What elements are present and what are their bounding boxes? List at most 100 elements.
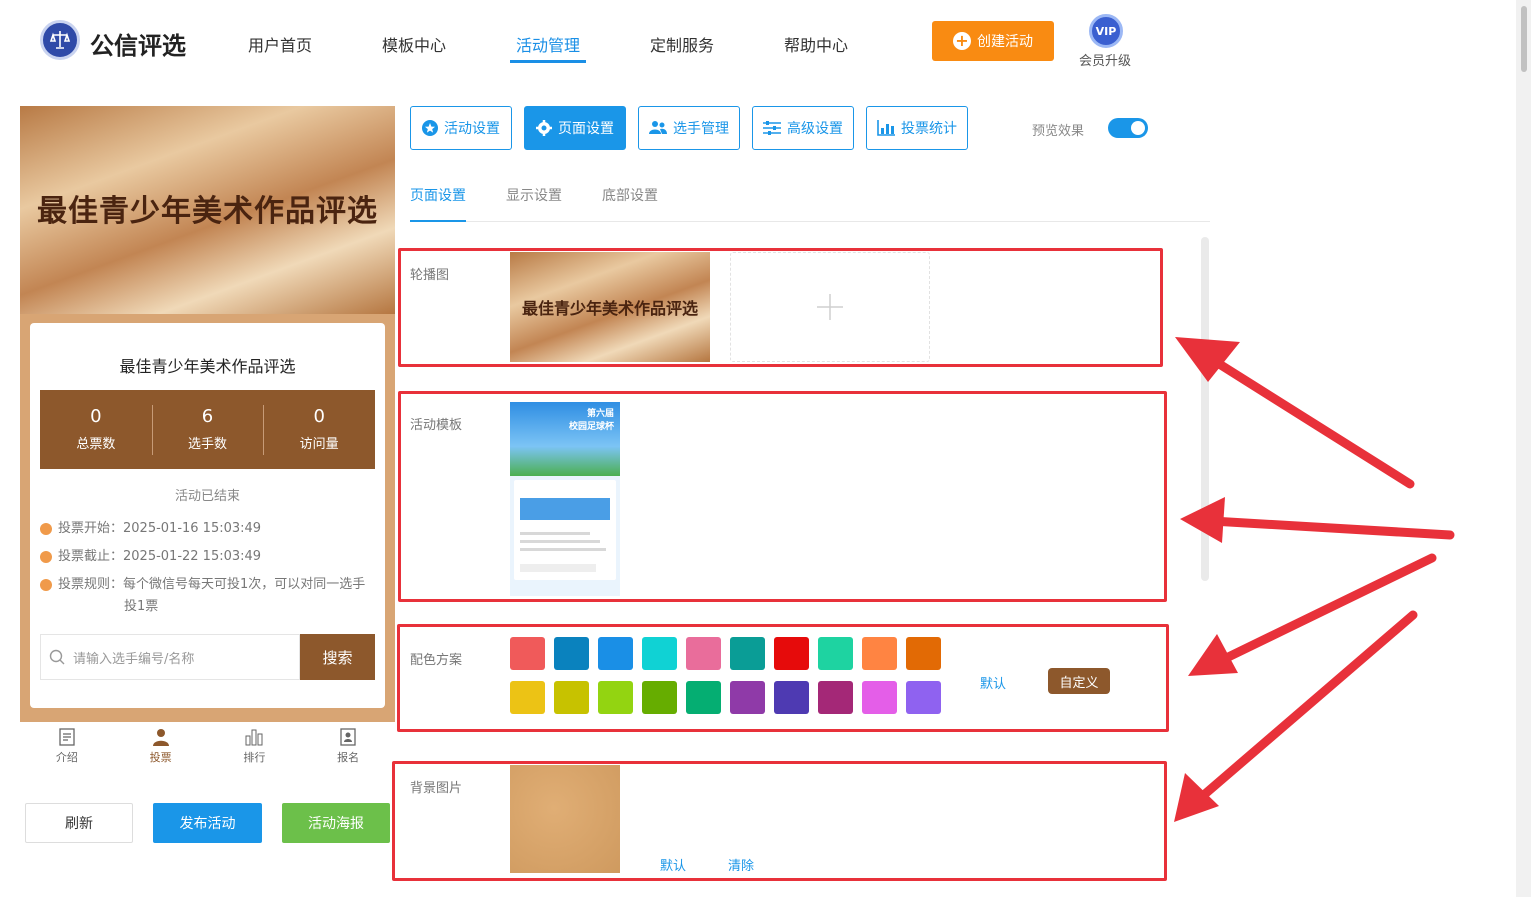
settings-scrollbar[interactable]	[1201, 237, 1209, 581]
nav-active-underline	[510, 60, 586, 63]
nav-activity-management[interactable]: 活动管理	[516, 32, 580, 56]
template-stats-bar	[520, 498, 610, 520]
tab-vote[interactable]: 投票	[114, 722, 208, 770]
activity-title: 最佳青少年美术作品评选	[119, 357, 296, 376]
preview-toggle[interactable]	[1108, 118, 1148, 138]
color-swatch[interactable]	[686, 637, 721, 670]
color-swatch[interactable]	[730, 637, 765, 670]
vote-start-row: 投票开始：2025-01-16 15:03:49	[40, 518, 375, 540]
carousel-upload-button[interactable]	[730, 252, 930, 362]
color-swatch[interactable]	[642, 637, 677, 670]
tab-label: 页面设置	[558, 121, 614, 137]
plus-circle-icon: +	[953, 32, 971, 50]
preview-toggle-label: 预览效果	[1032, 124, 1085, 139]
color-custom-button[interactable]: 自定义	[1048, 668, 1110, 694]
color-swatch[interactable]	[906, 637, 941, 670]
arrow-to-background	[1174, 610, 1418, 822]
page-scrollbar[interactable]	[1516, 0, 1531, 897]
background-image[interactable]	[510, 765, 620, 873]
banner-title: 最佳青少年美术作品评选	[37, 194, 378, 229]
vote-end-row: 投票截止：2025-01-22 15:03:49	[40, 546, 375, 568]
color-swatch[interactable]	[510, 681, 545, 714]
activity-poster-button[interactable]: 活动海报	[282, 803, 390, 843]
logo-text[interactable]: 公信评选	[90, 26, 186, 61]
tab-advanced-settings[interactable]: 高级设置	[752, 106, 854, 150]
info-icon	[40, 579, 52, 591]
nav-custom-service[interactable]: 定制服务	[650, 32, 714, 56]
carousel-image[interactable]: 最佳青少年美术作品评选	[510, 252, 710, 362]
color-swatch[interactable]	[642, 681, 677, 714]
template-text-line	[520, 540, 600, 543]
nav-help-center[interactable]: 帮助中心	[784, 32, 848, 56]
color-default-link[interactable]: 默认	[980, 673, 1006, 692]
bar-chart-icon	[877, 120, 895, 136]
color-swatch[interactable]	[862, 681, 897, 714]
background-image-label: 背景图片	[410, 781, 463, 796]
vote-end-text: 投票截止：2025-01-22 15:03:49	[58, 549, 262, 564]
contestant-search-input[interactable]: 请输入选手编号/名称	[40, 634, 300, 680]
logo-icon[interactable]	[40, 20, 80, 60]
color-swatch[interactable]	[774, 637, 809, 670]
page-scrollbar-thumb[interactable]	[1521, 6, 1527, 72]
stat-total-votes: 0 总票数	[40, 390, 152, 469]
vote-rule-line1: 投票规则：每个微信号每天可投1次，可以对同一选手	[58, 577, 366, 592]
color-swatch[interactable]	[906, 681, 941, 714]
background-clear-link[interactable]: 清除	[728, 855, 754, 874]
template-search	[520, 564, 596, 572]
vip-upgrade-link[interactable]: 会员升级	[1079, 50, 1131, 69]
tab-intro[interactable]: 介绍	[20, 722, 114, 770]
tab-label: 排行	[243, 751, 266, 764]
nav-template-center[interactable]: 模板中心	[382, 32, 446, 56]
user-icon	[152, 729, 169, 746]
arrow-to-color-scheme	[1188, 553, 1437, 676]
nav-user-home[interactable]: 用户首页	[248, 32, 312, 56]
tab-page-settings[interactable]: 页面设置	[524, 106, 626, 150]
template-card	[514, 480, 616, 580]
search-button[interactable]: 搜索	[300, 634, 375, 680]
carousel-image-text: 最佳青少年美术作品评选	[521, 299, 698, 318]
subtab-footer-settings[interactable]: 底部设置	[602, 185, 658, 205]
tab-label: 介绍	[55, 751, 78, 764]
color-swatch[interactable]	[554, 637, 589, 670]
template-thumb-text: 第六届 校园足球杯	[568, 409, 614, 432]
stats-bar: 0 总票数 6 选手数 0 访问量	[40, 390, 375, 469]
color-swatch[interactable]	[598, 681, 633, 714]
activity-status: 活动已结束	[174, 489, 240, 504]
vip-icon[interactable]: VIP	[1089, 14, 1123, 48]
color-swatch[interactable]	[818, 637, 853, 670]
color-swatch[interactable]	[686, 681, 721, 714]
preview-banner: 最佳青少年美术作品评选	[20, 106, 395, 314]
tab-ranking[interactable]: 排行	[208, 722, 302, 770]
color-swatch[interactable]	[818, 681, 853, 714]
color-swatch[interactable]	[862, 637, 897, 670]
users-icon	[649, 121, 667, 134]
gear-icon	[536, 120, 552, 136]
search-icon	[49, 649, 65, 665]
color-swatch[interactable]	[554, 681, 589, 714]
publish-activity-button[interactable]: 发布活动	[153, 803, 262, 843]
tab-signup[interactable]: 报名	[301, 722, 395, 770]
stat-value: 0	[313, 406, 325, 427]
tab-activity-settings[interactable]: 活动设置	[410, 106, 512, 150]
stat-value: 0	[90, 406, 102, 427]
create-activity-button[interactable]: + 创建活动	[932, 21, 1054, 61]
refresh-button[interactable]: 刷新	[25, 803, 133, 843]
color-swatch[interactable]	[510, 637, 545, 670]
tab-contestant-management[interactable]: 选手管理	[638, 106, 740, 150]
background-default-link[interactable]: 默认	[660, 855, 686, 874]
star-icon	[422, 120, 438, 136]
tab-vote-statistics[interactable]: 投票统计	[866, 106, 968, 150]
template-thumbnail[interactable]: 第六届 校园足球杯	[510, 402, 620, 596]
subtab-page-settings[interactable]: 页面设置	[410, 185, 466, 205]
color-swatch[interactable]	[598, 637, 633, 670]
color-swatch[interactable]	[730, 681, 765, 714]
color-scheme-label: 配色方案	[410, 653, 463, 668]
tab-label: 报名	[337, 751, 360, 764]
tab-label: 选手管理	[673, 121, 729, 137]
activity-info-card: 最佳青少年美术作品评选 0 总票数 6 选手数 0 访问量 活动已结束 投票开始…	[30, 323, 385, 708]
subtab-display-settings[interactable]: 显示设置	[506, 185, 562, 205]
tab-label: 投票	[149, 751, 172, 764]
vote-start-text: 投票开始：2025-01-16 15:03:49	[58, 521, 262, 536]
search-placeholder: 请输入选手编号/名称	[73, 651, 195, 667]
color-swatch[interactable]	[774, 681, 809, 714]
